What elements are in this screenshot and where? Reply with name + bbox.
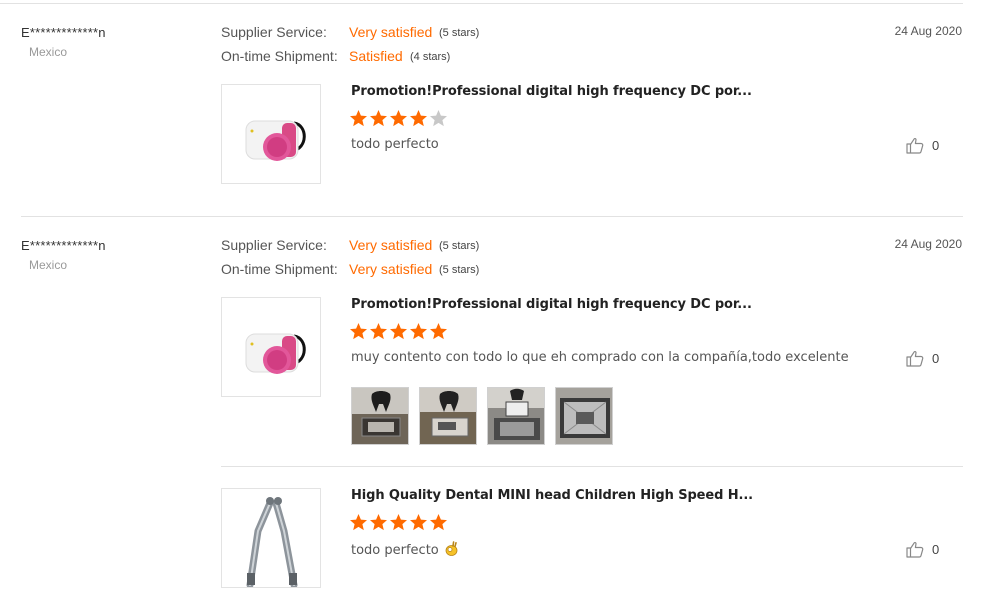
like-count: 0 [932, 542, 940, 557]
review-item: E*************n Mexico Supplier Service:… [0, 0, 1000, 215]
supplier-service-value: Very satisfied [349, 24, 433, 40]
product-rating-stars [349, 322, 448, 341]
review-date: 24 Aug 2020 [894, 237, 962, 251]
star-filled-icon [350, 323, 367, 340]
star-filled-icon [410, 110, 427, 127]
shipment-value: Satisfied [349, 48, 403, 64]
star-filled-icon [350, 514, 367, 531]
supplier-service-value: Very satisfied [349, 237, 433, 253]
shipment-stars: (4 stars) [410, 51, 451, 63]
review-comment: todo perfecto [351, 137, 439, 152]
shipment-value: Very satisfied [349, 261, 433, 277]
thumbs-up-icon [906, 350, 924, 367]
star-filled-icon [370, 110, 387, 127]
xray-device-image [245, 120, 306, 161]
product-title[interactable]: Promotion!Professional digital high freq… [351, 297, 752, 312]
reviewer-name: E*************n [21, 238, 106, 253]
reviewer-name: E*************n [21, 25, 106, 40]
like-count: 0 [932, 138, 940, 153]
like-button[interactable]: 0 [906, 137, 939, 154]
supplier-service-label: Supplier Service: [221, 24, 327, 40]
star-empty-icon [430, 110, 447, 127]
reviewer-country: Mexico [29, 45, 68, 59]
like-button[interactable]: 0 [906, 350, 939, 367]
review-comment: muy contento con todo lo que eh comprado… [351, 350, 849, 365]
review-item: E*************n Mexico Supplier Service:… [0, 213, 1000, 614]
star-filled-icon [350, 110, 367, 127]
review-photo[interactable] [555, 387, 613, 445]
shipment-label: On-time Shipment: [221, 48, 338, 64]
like-button[interactable]: 0 [906, 541, 939, 558]
supplier-service-stars: (5 stars) [439, 240, 480, 252]
shipment-stars: (5 stars) [439, 264, 480, 276]
star-filled-icon [370, 514, 387, 531]
review-photo[interactable] [487, 387, 545, 445]
star-filled-icon [410, 514, 427, 531]
product-rating-stars [349, 513, 448, 532]
product-title[interactable]: Promotion!Professional digital high freq… [351, 84, 752, 99]
review-comment: todo perfecto [351, 541, 458, 560]
product-title[interactable]: High Quality Dental MINI head Children H… [351, 488, 753, 503]
product-thumbnail[interactable] [221, 84, 321, 184]
supplier-service-stars: (5 stars) [439, 27, 480, 39]
xray-device-image [245, 333, 306, 374]
thumbs-up-icon [906, 137, 924, 154]
dental-handpiece-image [246, 497, 298, 587]
star-filled-icon [410, 323, 427, 340]
review-comment-text: todo perfecto [351, 543, 439, 558]
thumbs-up-icon [906, 541, 924, 558]
product-thumbnail[interactable] [221, 297, 321, 397]
supplier-service-label: Supplier Service: [221, 237, 327, 253]
star-filled-icon [390, 323, 407, 340]
star-filled-icon [370, 323, 387, 340]
reviewer-country: Mexico [29, 258, 68, 272]
star-filled-icon [430, 323, 447, 340]
star-filled-icon [390, 110, 407, 127]
product-rating-stars [349, 109, 448, 128]
ok-hand-emoji-icon [445, 541, 458, 560]
review-photo[interactable] [351, 387, 409, 445]
product-divider [221, 466, 963, 467]
like-count: 0 [932, 351, 940, 366]
review-photo[interactable] [419, 387, 477, 445]
star-filled-icon [390, 514, 407, 531]
review-date: 24 Aug 2020 [894, 24, 962, 38]
star-filled-icon [430, 514, 447, 531]
product-thumbnail[interactable] [221, 488, 321, 588]
shipment-label: On-time Shipment: [221, 261, 338, 277]
